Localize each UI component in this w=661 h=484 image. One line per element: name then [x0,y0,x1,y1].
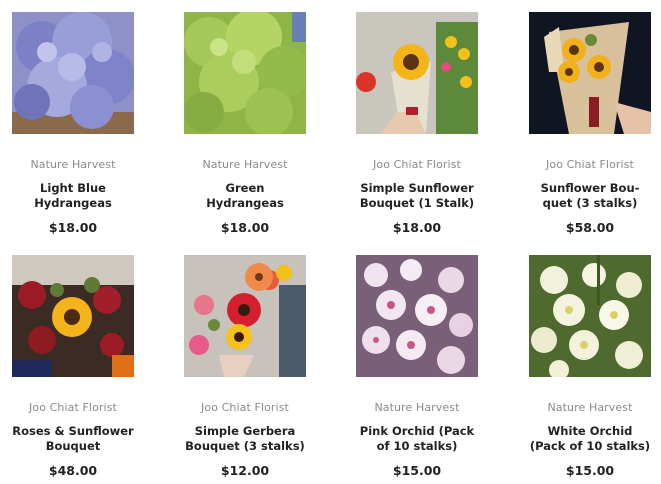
product-name-line-1: Sunflower Bou- [540,181,640,195]
product-name[interactable]: Sunflower Bou- quet (3 stalks) [490,181,661,211]
product-vendor: Nature Harvest [547,401,633,414]
green-hydrangea-photo[interactable] [184,12,306,134]
product-vendor: Joo Chiat Florist [546,158,634,171]
product-name-line-1: White Orchid [547,424,633,438]
pink-orchid-photo[interactable] [356,255,478,377]
product-price: $12.00 [220,463,270,478]
white-orchid-photo[interactable] [529,255,651,377]
product-name-line-2: Bouquet (3 stalks) [185,439,305,453]
product-name[interactable]: White Orchid (Pack of 10 stalks) [490,424,661,454]
product-price: $15.00 [392,463,442,478]
product-price: $18.00 [220,220,270,235]
product-name-line-2: Hydrangeas [206,196,284,210]
product-name[interactable]: Pink Orchid (Pack of 10 stalks) [317,424,517,454]
product-name-line-1: Simple Gerbera [194,424,296,438]
product-name-line-2: Bouquet [45,439,101,453]
product-price: $15.00 [565,463,615,478]
product-price: $18.00 [392,220,442,235]
product-name-line-2: Hydrangeas [34,196,112,210]
sunflower-bouquet-photo[interactable] [356,12,478,134]
product-name-line-2: Bouquet (1 Stalk) [359,196,475,210]
product-price: $58.00 [565,220,615,235]
product-vendor: Joo Chiat Florist [373,158,461,171]
gerbera-bouquet-photo[interactable] [184,255,306,377]
product-vendor: Joo Chiat Florist [201,401,289,414]
product-name-line-2: of 10 stalks) [376,439,458,453]
product-name-line-2: (Pack of 10 stalks) [529,439,651,453]
product-name[interactable]: Simple Gerbera Bouquet (3 stalks) [145,424,345,454]
product-name-line-2: quet (3 stalks) [542,196,638,210]
product-name-line-1: Roses & Sunflower [12,424,134,438]
product-name-line-1: Pink Orchid (Pack [359,424,475,438]
product-name[interactable]: Green Hydrangeas [145,181,345,211]
product-name-line-1: Simple Sunflower [360,181,474,195]
product-name-line-1: Light Blue [40,181,106,195]
product-vendor: Nature Harvest [202,158,288,171]
product-name[interactable]: Simple Sunflower Bouquet (1 Stalk) [317,181,517,211]
product-grid: Nature Harvest Light Blue Hydrangeas $18… [0,0,661,484]
product-vendor: Nature Harvest [374,401,460,414]
three-sunflower-bouquet-photo[interactable] [529,12,651,134]
product-name-line-1: Green [225,181,265,195]
roses-sunflower-bouquet-photo[interactable] [12,255,134,377]
light-blue-hydrangea-photo[interactable] [12,12,134,134]
